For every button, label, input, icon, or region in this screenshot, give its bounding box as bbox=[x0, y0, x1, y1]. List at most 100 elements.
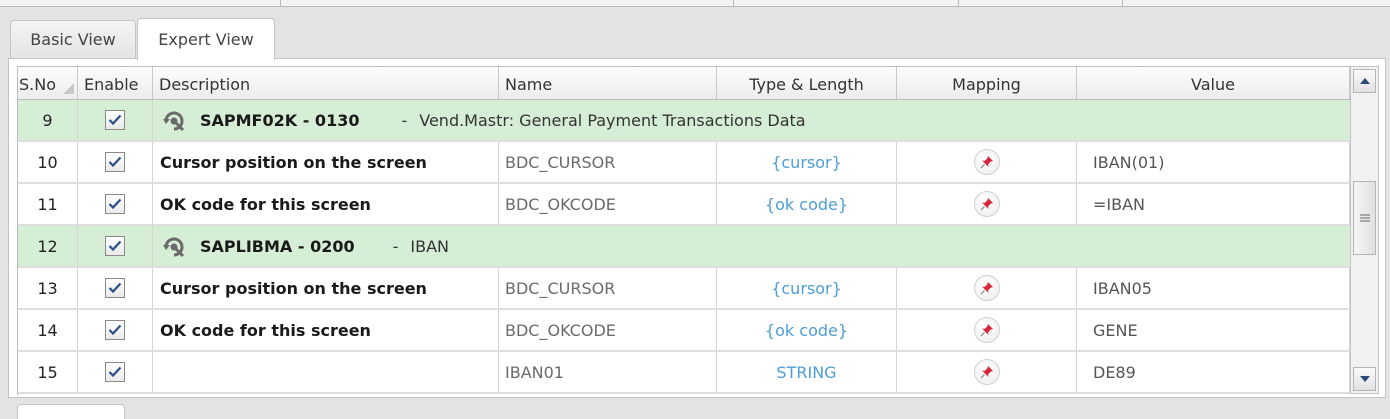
column-header-value-label: Value bbox=[1191, 74, 1235, 94]
pin-icon[interactable] bbox=[973, 149, 1000, 175]
table-row[interactable]: 11 OK code for this screen BDC_OKCODE {o… bbox=[18, 184, 1350, 226]
row-sno: 13 bbox=[18, 268, 78, 308]
row-mapping-cell bbox=[897, 310, 1077, 350]
column-header-sno[interactable]: S.No bbox=[18, 67, 78, 99]
row-sno: 12 bbox=[18, 226, 78, 266]
row-sno: 9 bbox=[18, 100, 78, 140]
pin-icon[interactable] bbox=[973, 359, 1000, 385]
row-mapping-cell bbox=[897, 142, 1077, 182]
arrow-up-icon bbox=[1359, 78, 1370, 84]
row-enable-cell bbox=[78, 100, 153, 140]
row-mapping-cell bbox=[897, 268, 1077, 308]
group-screen-name: SAPLIBMA - 0200 bbox=[200, 236, 355, 256]
row-type-link[interactable]: {cursor} bbox=[717, 142, 897, 182]
column-header-name-label: Name bbox=[505, 74, 553, 94]
row-mapping-cell bbox=[897, 184, 1077, 224]
group-dash: - bbox=[392, 236, 399, 256]
row-enable-cell bbox=[78, 184, 153, 224]
pin-icon[interactable] bbox=[973, 317, 1000, 343]
row-value[interactable]: =IBAN bbox=[1077, 184, 1350, 224]
row-enable-cell bbox=[78, 310, 153, 350]
table-row[interactable]: 14 OK code for this screen BDC_OKCODE {o… bbox=[18, 310, 1350, 352]
enable-checkbox[interactable] bbox=[105, 362, 125, 382]
enable-checkbox[interactable] bbox=[105, 152, 125, 172]
scroll-up-button[interactable] bbox=[1353, 69, 1376, 93]
row-value[interactable]: GENE bbox=[1077, 310, 1350, 350]
table-row[interactable]: 10 Cursor position on the screen BDC_CUR… bbox=[18, 142, 1350, 184]
checkbox-checked-icon bbox=[108, 156, 122, 168]
grip-lines-icon bbox=[1359, 214, 1370, 222]
column-header-sno-label: S.No bbox=[19, 74, 56, 94]
group-screen-info: SAPMF02K - 0130 - Vend.Mastr: General Pa… bbox=[153, 100, 806, 140]
pin-icon[interactable] bbox=[973, 275, 1000, 301]
row-value[interactable]: IBAN05 bbox=[1077, 268, 1350, 308]
tab-basic-view-label: Basic View bbox=[30, 30, 116, 49]
row-enable-cell bbox=[78, 142, 153, 182]
top-toolbar-strip bbox=[0, 0, 1390, 7]
row-name: BDC_OKCODE bbox=[499, 184, 717, 224]
row-enable-cell bbox=[78, 268, 153, 308]
row-type-link[interactable]: STRING bbox=[717, 352, 897, 392]
column-header-enable-label: Enable bbox=[84, 74, 139, 94]
screen-refresh-icon bbox=[163, 111, 185, 132]
group-screen-description: IBAN bbox=[410, 236, 449, 256]
table-row[interactable]: 15 IBAN01 STRING DE89 bbox=[18, 352, 1350, 394]
table-row-group[interactable]: 9 SAPMF02K - 0130 - Vend.Mastr: General … bbox=[18, 100, 1350, 142]
column-header-value[interactable]: Value bbox=[1077, 67, 1350, 99]
group-dash: - bbox=[401, 110, 408, 130]
mapping-grid: S.No Enable Description Name Type & Leng… bbox=[17, 66, 1350, 395]
group-screen-info: SAPLIBMA - 0200 - IBAN bbox=[153, 226, 449, 266]
row-description: OK code for this screen bbox=[153, 184, 499, 224]
enable-checkbox[interactable] bbox=[105, 194, 125, 214]
checkbox-checked-icon bbox=[108, 282, 122, 294]
checkbox-checked-icon bbox=[108, 240, 122, 252]
screen-refresh-icon bbox=[163, 237, 185, 258]
row-type-link[interactable]: {cursor} bbox=[717, 268, 897, 308]
enable-checkbox[interactable] bbox=[105, 278, 125, 298]
row-description bbox=[153, 352, 499, 392]
checkbox-checked-icon bbox=[108, 198, 122, 210]
row-type-link[interactable]: {ok code} bbox=[717, 310, 897, 350]
scroll-down-button[interactable] bbox=[1353, 367, 1376, 391]
checkbox-checked-icon bbox=[108, 366, 122, 378]
row-enable-cell bbox=[78, 226, 153, 266]
row-type-link[interactable]: {ok code} bbox=[717, 184, 897, 224]
scroll-thumb[interactable] bbox=[1353, 181, 1376, 255]
column-header-enable[interactable]: Enable bbox=[78, 67, 153, 99]
enable-checkbox[interactable] bbox=[105, 320, 125, 340]
row-sno: 10 bbox=[18, 142, 78, 182]
column-header-description-label: Description bbox=[159, 74, 251, 94]
table-row-group[interactable]: 12 SAPLIBMA - 0200 - IBAN bbox=[18, 226, 1350, 268]
enable-checkbox[interactable] bbox=[105, 110, 125, 130]
row-description: Cursor position on the screen bbox=[153, 142, 499, 182]
row-mapping-cell bbox=[897, 352, 1077, 392]
grid-header: S.No Enable Description Name Type & Leng… bbox=[18, 67, 1350, 100]
row-enable-cell bbox=[78, 352, 153, 392]
group-screen-name: SAPMF02K - 0130 bbox=[200, 110, 360, 130]
row-name: BDC_CURSOR bbox=[499, 142, 717, 182]
pin-icon[interactable] bbox=[973, 191, 1000, 217]
enable-checkbox[interactable] bbox=[105, 236, 125, 256]
row-sno: 15 bbox=[18, 352, 78, 392]
row-name: BDC_CURSOR bbox=[499, 268, 717, 308]
tab-expert-view-label: Expert View bbox=[158, 30, 254, 49]
row-sno: 14 bbox=[18, 310, 78, 350]
bottom-tab[interactable] bbox=[17, 404, 125, 419]
column-header-mapping-label: Mapping bbox=[952, 74, 1021, 94]
group-screen-description: Vend.Mastr: General Payment Transactions… bbox=[419, 110, 806, 130]
column-header-name[interactable]: Name bbox=[499, 67, 717, 99]
row-value[interactable]: DE89 bbox=[1077, 352, 1350, 392]
table-row[interactable]: 13 Cursor position on the screen BDC_CUR… bbox=[18, 268, 1350, 310]
row-value[interactable]: IBAN(01) bbox=[1077, 142, 1350, 182]
column-header-type[interactable]: Type & Length bbox=[717, 67, 897, 99]
vertical-scrollbar[interactable] bbox=[1350, 66, 1379, 394]
tab-expert-view[interactable]: Expert View bbox=[137, 18, 275, 60]
arrow-down-icon bbox=[1359, 376, 1370, 382]
column-header-mapping[interactable]: Mapping bbox=[897, 67, 1077, 99]
column-header-description[interactable]: Description bbox=[153, 67, 499, 99]
column-header-type-label: Type & Length bbox=[749, 74, 864, 94]
row-name: IBAN01 bbox=[499, 352, 717, 392]
tab-basic-view[interactable]: Basic View bbox=[10, 20, 136, 58]
row-name: BDC_OKCODE bbox=[499, 310, 717, 350]
sort-indicator-icon bbox=[63, 83, 74, 94]
